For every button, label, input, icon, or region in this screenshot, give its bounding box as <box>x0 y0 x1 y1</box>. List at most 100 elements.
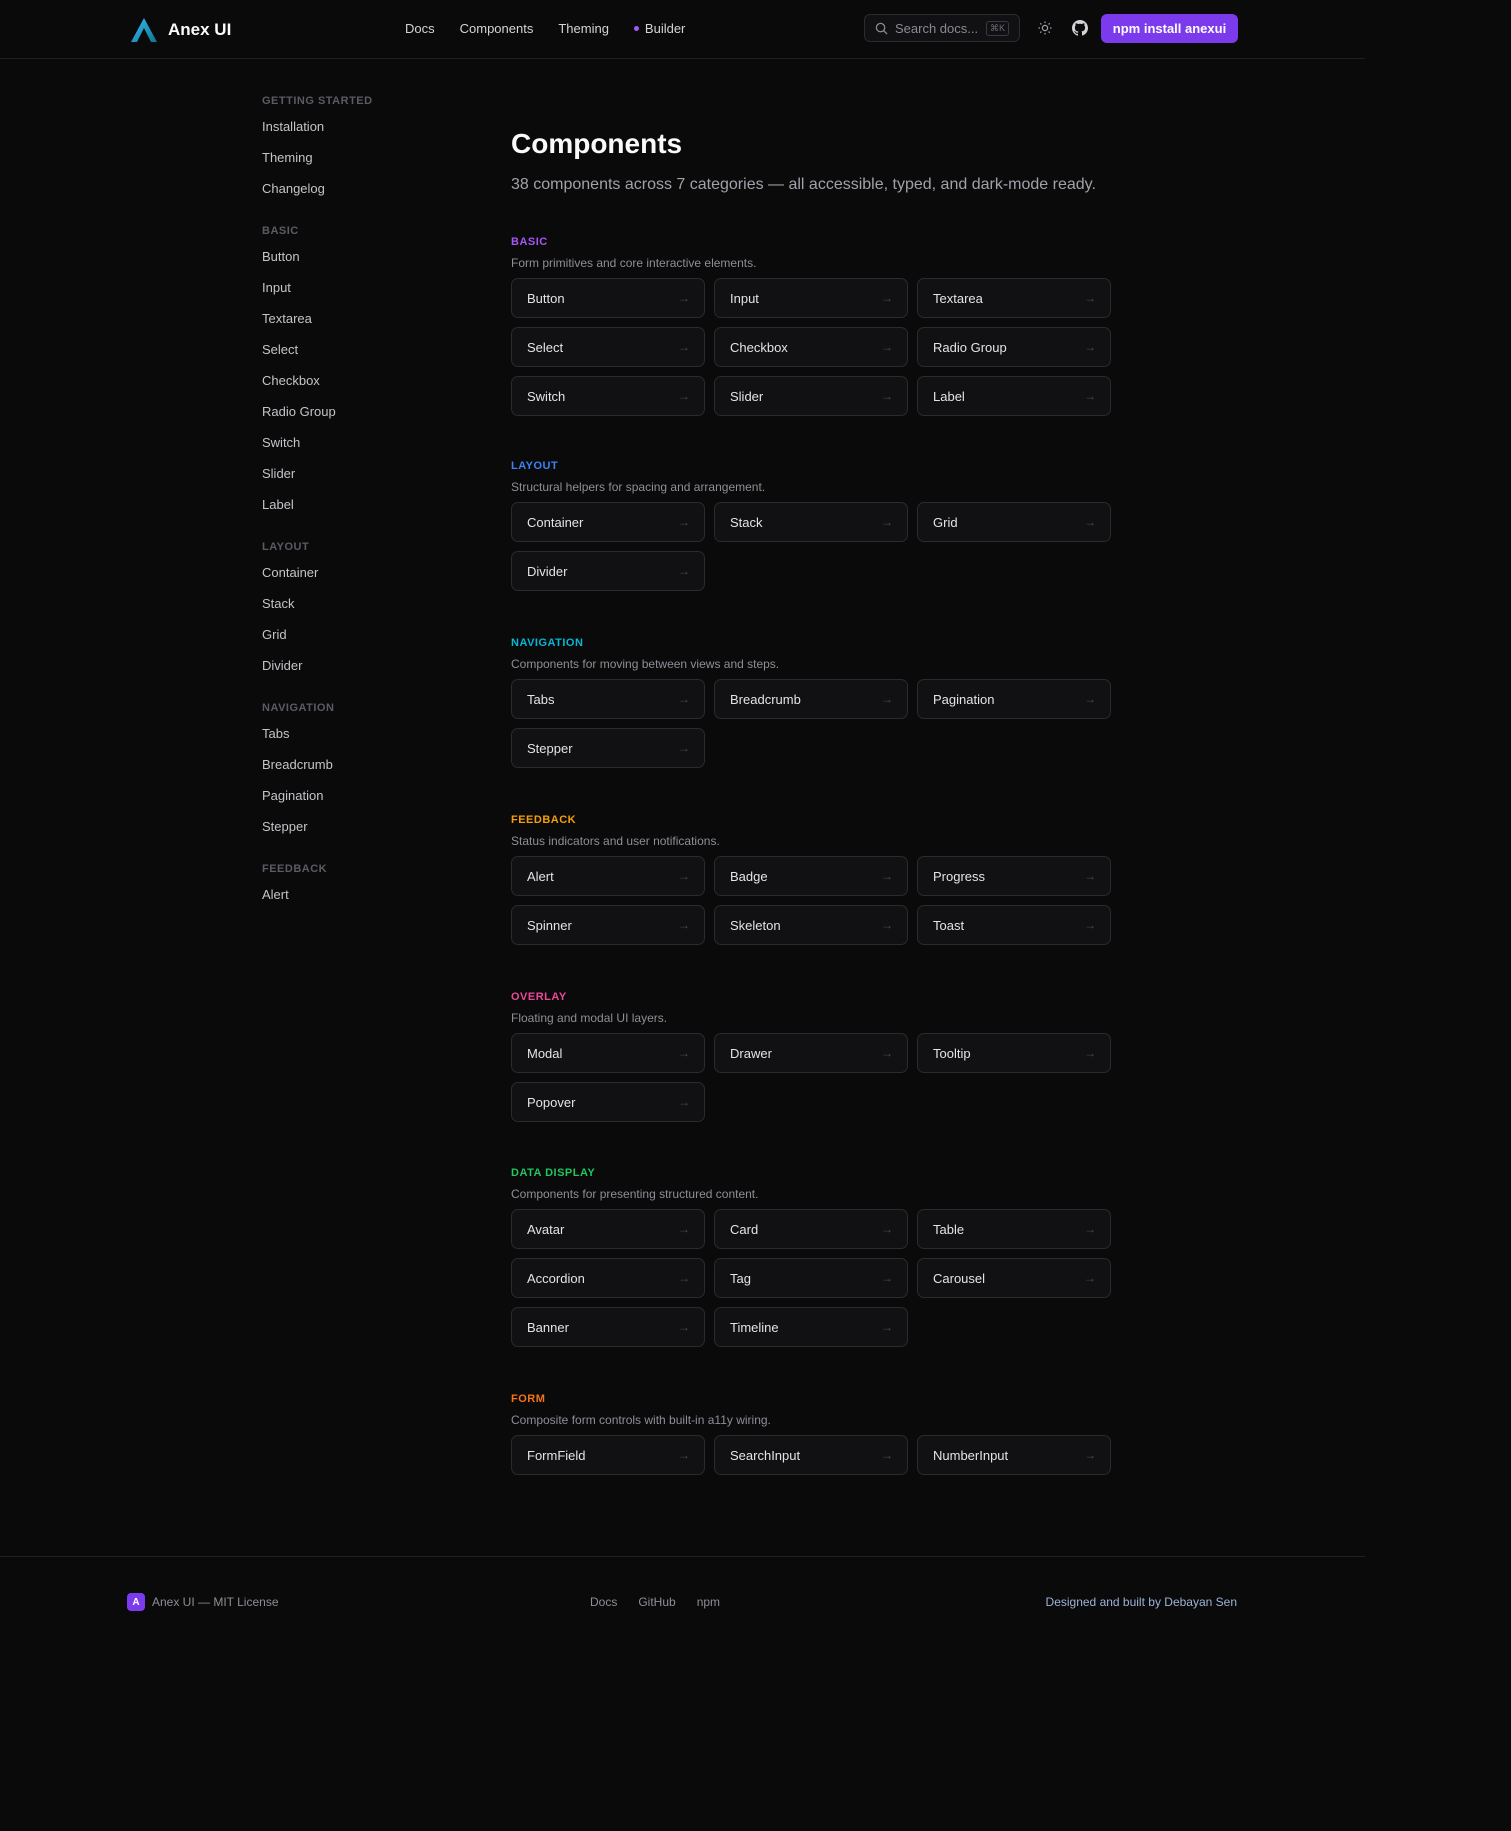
sidebar-item[interactable]: Divider <box>262 658 462 689</box>
sidebar-item[interactable]: Textarea <box>262 311 462 342</box>
arrow-right-icon: → <box>678 1448 690 1462</box>
nav-components[interactable]: Components <box>460 21 534 36</box>
component-card[interactable]: FormField → <box>511 1435 705 1475</box>
github-button[interactable] <box>1070 18 1090 38</box>
sidebar-group: FEEDBACK Alert <box>262 863 462 911</box>
anex-logo-icon <box>131 18 157 42</box>
arrow-right-icon: → <box>881 1046 893 1060</box>
sidebar-item[interactable]: Stack <box>262 596 462 627</box>
sidebar-item[interactable]: Installation <box>262 119 462 150</box>
component-card[interactable]: NumberInput → <box>917 1435 1111 1475</box>
component-card[interactable]: Modal → <box>511 1033 705 1073</box>
sidebar-item[interactable]: Slider <box>262 466 462 497</box>
component-card[interactable]: Skeleton → <box>714 905 908 945</box>
component-card[interactable]: Accordion → <box>511 1258 705 1298</box>
component-card[interactable]: Badge → <box>714 856 908 896</box>
component-card[interactable]: Container → <box>511 502 705 542</box>
theme-toggle-button[interactable] <box>1035 18 1055 38</box>
component-card[interactable]: Slider → <box>714 376 908 416</box>
component-card[interactable]: Banner → <box>511 1307 705 1347</box>
component-card[interactable]: Breadcrumb → <box>714 679 908 719</box>
footer-credit[interactable]: Designed and built by Debayan Sen <box>1046 1595 1237 1609</box>
component-card[interactable]: Grid → <box>917 502 1111 542</box>
nav-builder[interactable]: Builder <box>633 21 685 36</box>
sidebar-group-title: FEEDBACK <box>262 863 328 875</box>
category-title: FEEDBACK <box>511 814 577 826</box>
component-card[interactable]: Spinner → <box>511 905 705 945</box>
component-card[interactable]: Avatar → <box>511 1209 705 1249</box>
component-card[interactable]: Select → <box>511 327 705 367</box>
component-card[interactable]: Carousel → <box>917 1258 1111 1298</box>
component-card[interactable]: Drawer → <box>714 1033 908 1073</box>
component-card[interactable]: Table → <box>917 1209 1111 1249</box>
component-card[interactable]: Popover → <box>511 1082 705 1122</box>
component-card[interactable]: Radio Group → <box>917 327 1111 367</box>
category-section: BASIC Form primitives and core interactiv… <box>511 236 1121 416</box>
sidebar-item[interactable]: Radio Group <box>262 404 462 435</box>
component-card[interactable]: Divider → <box>511 551 705 591</box>
sidebar-item[interactable]: Pagination <box>262 788 462 819</box>
component-card[interactable]: Alert → <box>511 856 705 896</box>
sidebar-item[interactable]: Alert <box>262 887 462 911</box>
component-card-label: Accordion <box>527 1270 585 1286</box>
sidebar-item[interactable]: Checkbox <box>262 373 462 404</box>
component-card[interactable]: Checkbox → <box>714 327 908 367</box>
arrow-right-icon: → <box>881 1448 893 1462</box>
nav-docs[interactable]: Docs <box>405 21 435 36</box>
component-card[interactable]: Label → <box>917 376 1111 416</box>
sidebar-item[interactable]: Changelog <box>262 181 462 212</box>
arrow-right-icon: → <box>678 389 690 403</box>
component-card-label: Stack <box>730 514 763 530</box>
component-card[interactable]: SearchInput → <box>714 1435 908 1475</box>
sidebar-item[interactable]: Grid <box>262 627 462 658</box>
component-card[interactable]: Progress → <box>917 856 1111 896</box>
component-card-label: Switch <box>527 388 566 404</box>
component-card[interactable]: Textarea → <box>917 278 1111 318</box>
component-card[interactable]: Card → <box>714 1209 908 1249</box>
sidebar-item[interactable]: Select <box>262 342 462 373</box>
component-card-label: Stepper <box>527 740 573 756</box>
component-card[interactable]: Button → <box>511 278 705 318</box>
component-card[interactable]: Switch → <box>511 376 705 416</box>
component-card-label: Pagination <box>933 691 995 707</box>
component-card[interactable]: Input → <box>714 278 908 318</box>
sidebar-item[interactable]: Button <box>262 249 462 280</box>
footer-link-docs[interactable]: Docs <box>590 1595 617 1609</box>
component-card-label: Table <box>933 1221 965 1237</box>
brand-logo[interactable]: Anex UI <box>130 17 231 43</box>
arrow-right-icon: → <box>678 515 690 529</box>
component-card-label: Label <box>933 388 965 404</box>
sidebar-item[interactable]: Input <box>262 280 462 311</box>
sidebar-item[interactable]: Container <box>262 565 462 596</box>
search-input[interactable]: Search docs... ⌘K <box>864 14 1020 42</box>
sidebar-item[interactable]: Stepper <box>262 819 462 850</box>
component-card[interactable]: Timeline → <box>714 1307 908 1347</box>
sidebar-item[interactable]: Switch <box>262 435 462 466</box>
nav-theming[interactable]: Theming <box>558 21 609 36</box>
npm-install-button[interactable]: npm install anexui <box>1101 14 1238 43</box>
arrow-right-icon: → <box>881 1222 893 1236</box>
component-card-label: Carousel <box>933 1270 986 1286</box>
category-description: Composite form controls with built-in a1… <box>511 1413 771 1427</box>
component-card[interactable]: Stepper → <box>511 728 705 768</box>
component-card-label: Alert <box>527 868 554 884</box>
sidebar-item[interactable]: Theming <box>262 150 462 181</box>
component-card[interactable]: Pagination → <box>917 679 1111 719</box>
component-card[interactable]: Tabs → <box>511 679 705 719</box>
component-card-label: Select <box>527 339 564 355</box>
sidebar-item[interactable]: Breadcrumb <box>262 757 462 788</box>
component-card[interactable]: Tag → <box>714 1258 908 1298</box>
footer-link-npm[interactable]: npm <box>697 1595 720 1609</box>
sidebar-item[interactable]: Label <box>262 497 462 528</box>
arrow-right-icon: → <box>881 869 893 883</box>
component-card[interactable]: Toast → <box>917 905 1111 945</box>
footer-link-github[interactable]: GitHub <box>638 1595 675 1609</box>
sidebar-item[interactable]: Tabs <box>262 726 462 757</box>
component-card[interactable]: Stack → <box>714 502 908 542</box>
arrow-right-icon: → <box>678 1222 690 1236</box>
category-section: DATA DISPLAY Components for presenting st… <box>511 1167 1121 1347</box>
component-card-label: NumberInput <box>933 1447 1009 1463</box>
category-description: Form primitives and core interactive ele… <box>511 256 757 270</box>
component-card-label: Radio Group <box>933 339 1007 355</box>
component-card[interactable]: Tooltip → <box>917 1033 1111 1073</box>
